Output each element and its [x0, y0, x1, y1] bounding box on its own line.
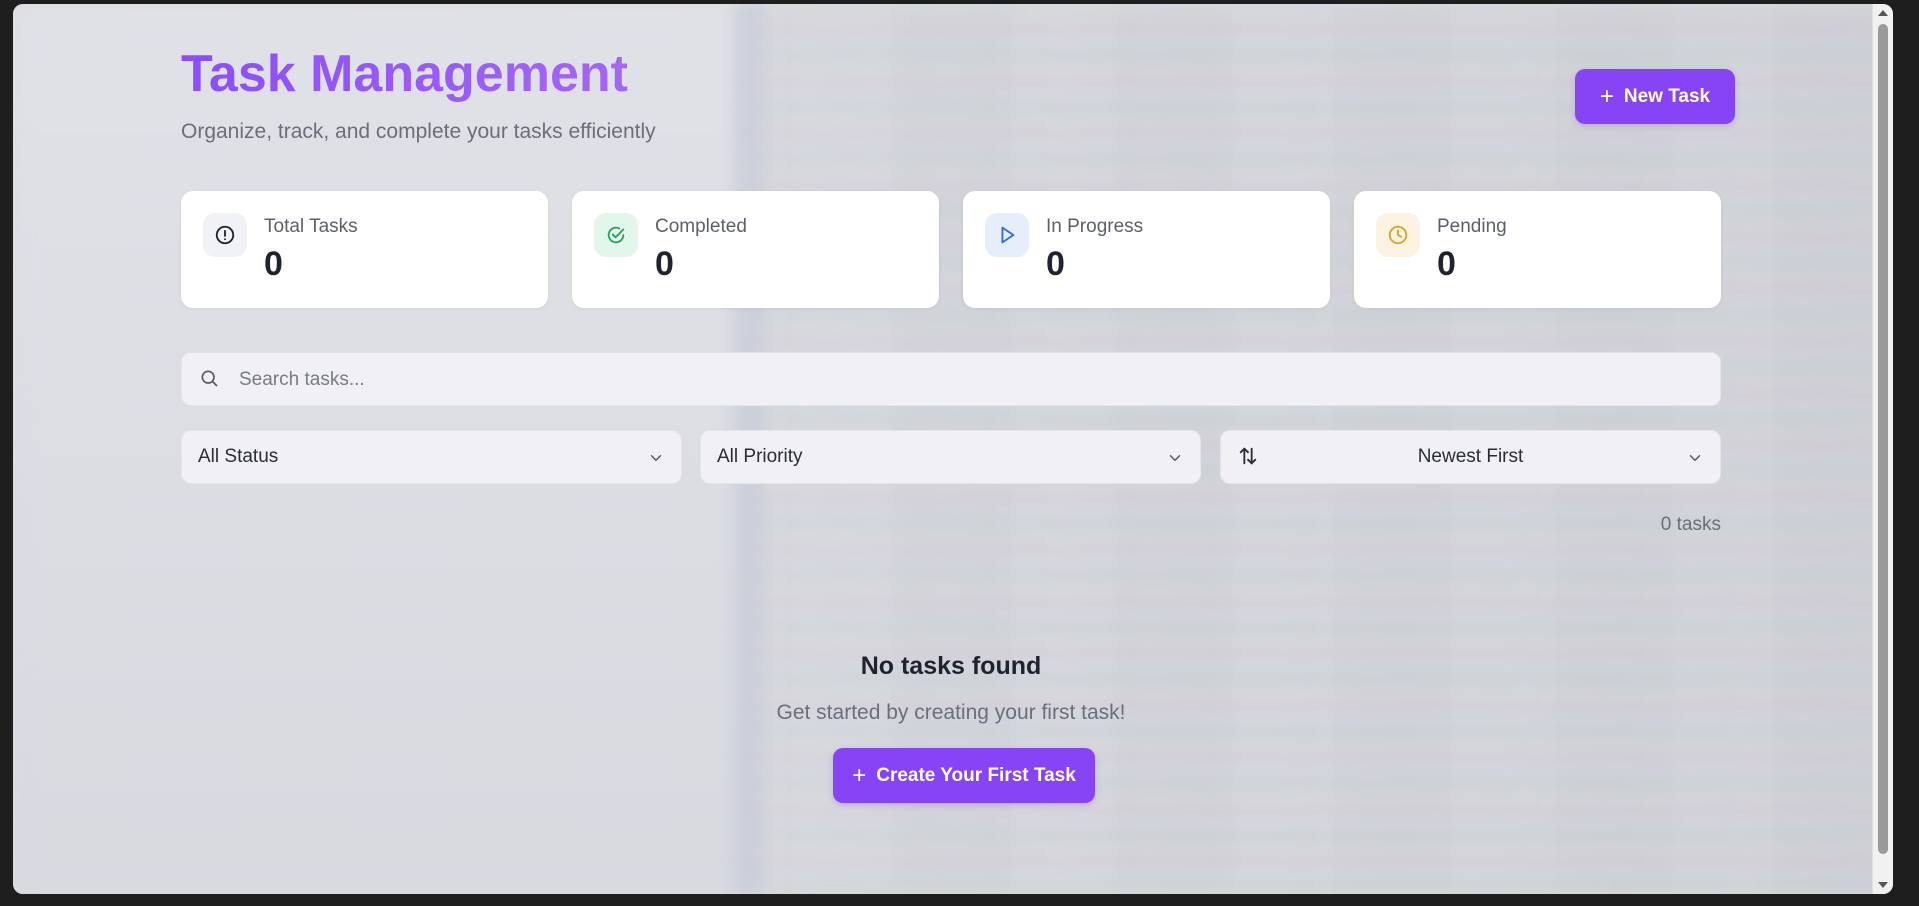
stat-card-in-progress: In Progress 0 — [963, 191, 1330, 308]
page-title: Task Management — [181, 45, 628, 103]
stat-value: 0 — [1437, 245, 1456, 283]
scrollbar[interactable] — [1872, 4, 1893, 894]
stat-value: 0 — [655, 245, 674, 283]
create-first-task-button[interactable]: + Create Your First Task — [833, 748, 1095, 803]
scroll-down-icon[interactable] — [1878, 882, 1888, 888]
stat-card-completed: Completed 0 — [572, 191, 939, 308]
play-icon — [985, 213, 1029, 257]
plus-icon: + — [1599, 82, 1614, 110]
sort-select[interactable]: Newest First — [1220, 430, 1721, 484]
stat-value: 0 — [264, 245, 283, 283]
chevron-down-icon — [1686, 449, 1704, 472]
check-circle-icon — [594, 213, 638, 257]
app-window: Task Management Organize, track, and com… — [13, 4, 1893, 894]
search-bar — [181, 352, 1721, 407]
main-content: Task Management Organize, track, and com… — [181, 4, 1735, 894]
status-filter-value: All Status — [198, 446, 279, 467]
empty-state-subtitle: Get started by creating your first task! — [776, 701, 1126, 724]
new-task-button[interactable]: + New Task — [1575, 69, 1735, 124]
scroll-thumb[interactable] — [1878, 24, 1888, 854]
clock-icon — [1376, 213, 1420, 257]
stat-label: Pending — [1437, 216, 1507, 237]
page-subtitle: Organize, track, and complete your tasks… — [181, 120, 656, 143]
task-count: 0 tasks — [1660, 514, 1721, 535]
stat-label: In Progress — [1046, 216, 1144, 237]
stat-card-total: Total Tasks 0 — [181, 191, 548, 308]
plus-icon: + — [852, 761, 867, 789]
create-first-task-label: Create Your First Task — [876, 764, 1076, 786]
stat-value: 0 — [1046, 245, 1065, 283]
status-filter-select[interactable]: All Status — [181, 430, 682, 484]
chevron-down-icon — [647, 449, 665, 472]
empty-state-title: No tasks found — [860, 652, 1042, 680]
stat-card-pending: Pending 0 — [1354, 191, 1721, 308]
priority-filter-select[interactable]: All Priority — [700, 430, 1201, 484]
new-task-label: New Task — [1623, 85, 1711, 107]
alert-circle-icon — [203, 213, 247, 257]
stat-label: Completed — [655, 216, 747, 237]
search-icon — [199, 368, 219, 393]
chevron-down-icon — [1166, 449, 1184, 472]
priority-filter-value: All Priority — [717, 446, 803, 467]
stats-row: Total Tasks 0 Completed 0 In Progress 0 — [181, 191, 1721, 308]
scroll-up-icon[interactable] — [1878, 10, 1888, 16]
stat-label: Total Tasks — [264, 216, 358, 237]
search-input[interactable] — [237, 353, 1701, 407]
sort-value: Newest First — [1417, 446, 1524, 467]
